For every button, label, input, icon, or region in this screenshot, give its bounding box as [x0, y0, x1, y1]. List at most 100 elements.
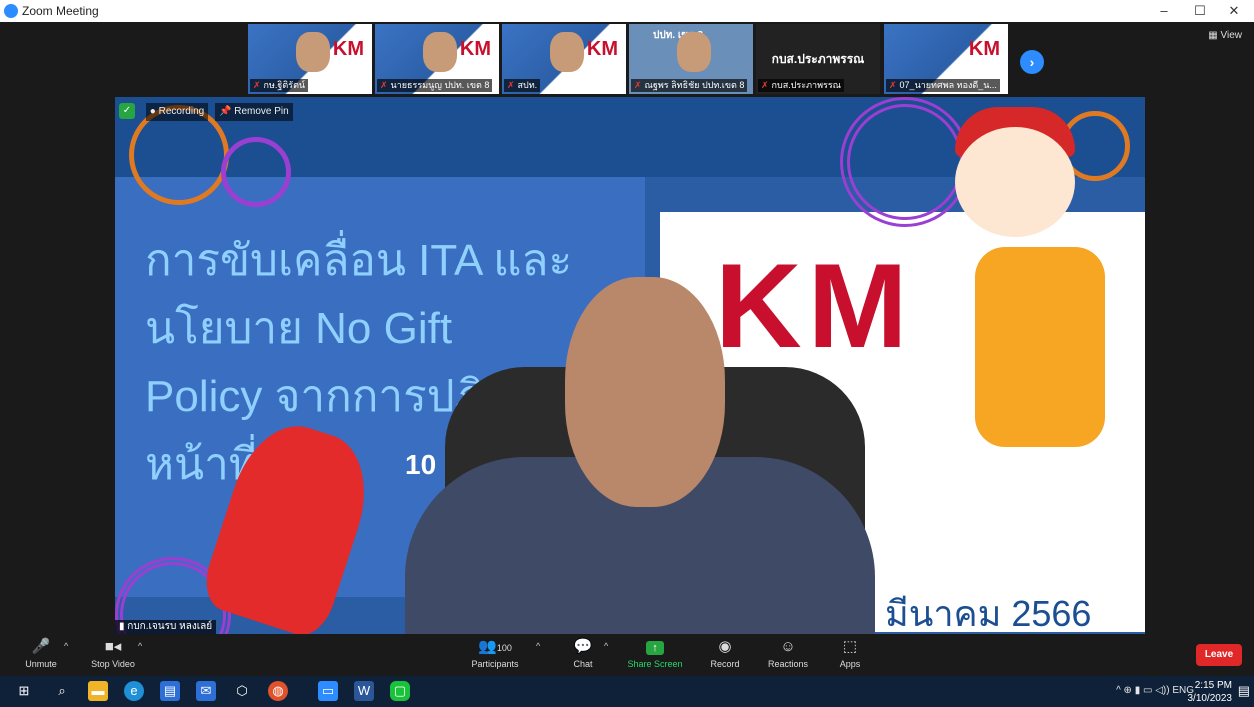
clock-time: 2:15 PM [1194, 680, 1232, 691]
participant-name-text: 07_นายทศพล ทองดี_น... [899, 80, 997, 90]
participant-thumbnail[interactable]: ปปท. เขต 8 ✗ ณฐพร ลิทธิชัย ปปท.เขต 8 [629, 24, 753, 94]
participant-thumbnail[interactable]: KM ✗ สปท. [502, 24, 626, 94]
word-icon[interactable]: W [354, 681, 374, 701]
participant-thumbnail[interactable]: กบส.ประภาพรรณ ✗ กบส.ประภาพรรณ [756, 24, 880, 94]
slide-number: 10 [405, 449, 437, 480]
participant-name: ✗ สปท. [504, 79, 541, 92]
decorative-ring [840, 97, 970, 227]
store-icon[interactable]: ▤ [160, 681, 180, 701]
muted-mic-icon: ✗ [634, 80, 642, 90]
search-icon[interactable]: ⌕ [52, 681, 72, 701]
view-label: View [1220, 30, 1243, 41]
km-logo: KM [459, 38, 491, 60]
participant-name-text: กษ.ฐิติรัตน์ [263, 80, 306, 90]
grid-icon: ▦ [1208, 30, 1221, 41]
km-logo: KM [968, 38, 1000, 60]
participants-icon: 👥100 [478, 638, 512, 655]
main-video[interactable]: การขับเคลื่อน ITA และ นโยบาย No Gift Pol… [115, 97, 1145, 634]
km-title: KM [715, 239, 914, 373]
km-logo: KM [586, 38, 618, 60]
meeting-toolbar: 🎤 Unmute ^ ■◂ Stop Video ^ 👥100 Particip… [0, 634, 1254, 676]
share-screen-label: Share Screen [627, 659, 683, 669]
windows-taskbar: ⊞ ⌕ ▬ e ▤ ✉ ⬡ ◍ ▭ W ▢ ^ ⊕ ▮ ▭ ◁)) ENG 2:… [0, 676, 1254, 707]
view-button[interactable]: ▦ View [1208, 30, 1242, 41]
participant-name: ✗ ณฐพร ลิทธิชัย ปปท.เขต 8 [631, 79, 748, 92]
record-label: Record [710, 659, 740, 669]
muted-mic-icon: ✗ [761, 80, 769, 90]
remove-pin-label: Remove Pin [234, 106, 289, 117]
recording-label: Recording [158, 106, 205, 117]
chat-label: Chat [573, 659, 593, 669]
record-icon: ◉ [718, 638, 732, 655]
zoom-taskbar-icon[interactable]: ▭ [318, 681, 338, 701]
system-tray[interactable]: ^ ⊕ ▮ ▭ ◁)) ENG [1116, 685, 1194, 696]
shield-icon[interactable]: ✓ [119, 103, 135, 120]
participant-name-text: กบส.ประภาพรรณ [771, 80, 842, 90]
participant-thumbnail[interactable]: KM ✗ กษ.ฐิติรัตน์ [248, 24, 372, 94]
gallery-strip: KM ✗ กษ.ฐิติรัตน์ KM ✗ นายธรรมนูญ ปปท. เขต… [0, 22, 1254, 96]
gallery-next-arrow-icon[interactable]: › [1020, 50, 1044, 74]
line-icon[interactable]: ▢ [390, 681, 410, 701]
participant-name: ✗ กบส.ประภาพรรณ [758, 79, 845, 92]
muted-mic-icon: ✗ [253, 80, 261, 90]
participant-name: ✗ กษ.ฐิติรัตน์ [250, 79, 309, 92]
taskbar-clock[interactable]: 2:15 PM 3/10/2023 [1188, 679, 1233, 705]
participant-video [550, 32, 584, 72]
cartoon-head [955, 127, 1075, 237]
stop-video-label: Stop Video [91, 659, 135, 669]
chrome-icon[interactable]: ◍ [268, 681, 288, 701]
zoom-logo-icon [4, 4, 18, 18]
participant-video [677, 32, 711, 72]
reactions-button[interactable]: ☺ Reactions [753, 637, 823, 669]
stop-video-button[interactable]: ■◂ Stop Video ^ [78, 637, 148, 669]
unmute-label: Unmute [25, 659, 57, 669]
edge-browser-icon[interactable]: e [124, 681, 144, 701]
participant-thumbnail[interactable]: KM ✗ นายธรรมนูญ ปปท. เขต 8 [375, 24, 499, 94]
chevron-up-icon[interactable]: ^ [64, 641, 68, 651]
apps-icon: ⬚ [842, 638, 858, 655]
participant-video [423, 32, 457, 72]
cube-app-icon[interactable]: ⬡ [232, 681, 252, 701]
share-screen-button[interactable]: ↑ Share Screen [620, 637, 690, 669]
leave-button[interactable]: Leave [1196, 644, 1242, 666]
clock-date: 3/10/2023 [1187, 693, 1233, 704]
apps-label: Apps [839, 659, 861, 669]
main-participant-name: ▮ กบก.เจนรบ หลงเลย์ [115, 620, 217, 634]
tray-icons: ^ ⊕ ▮ ▭ ◁)) [1116, 685, 1173, 696]
close-button[interactable]: ✕ [1214, 2, 1254, 20]
slide-title-line: นโยบาย No Gift [145, 304, 453, 353]
pin-bar: ✓ ● Recording 📌 Remove Pin [119, 103, 293, 121]
mail-icon[interactable]: ✉ [196, 681, 216, 701]
participant-video [296, 32, 330, 72]
title-bar: Zoom Meeting – ☐ ✕ [0, 0, 1254, 22]
chevron-up-icon[interactable]: ^ [604, 641, 608, 651]
participant-name-text: สปท. [517, 80, 538, 90]
chevron-up-icon[interactable]: ^ [536, 641, 540, 651]
participant-thumbnail[interactable]: KM ✗ 07_นายทศพล ทองดี_น... [884, 24, 1008, 94]
participants-button[interactable]: 👥100 Participants ^ [460, 637, 540, 669]
participant-name: ✗ นายธรรมนูญ ปปท. เขต 8 [377, 79, 493, 92]
muted-mic-icon: ✗ [889, 80, 897, 90]
chat-button[interactable]: 💬 Chat ^ [548, 637, 618, 669]
participant-name-text: นายธรรมนูญ ปปท. เขต 8 [390, 80, 490, 90]
notification-icon[interactable]: ▤ [1238, 683, 1250, 699]
chevron-up-icon[interactable]: ^ [138, 641, 142, 651]
minimize-button[interactable]: – [1144, 2, 1184, 20]
window-title: Zoom Meeting [22, 4, 99, 18]
cartoon-body [975, 247, 1105, 447]
recording-indicator[interactable]: ● Recording [145, 103, 209, 121]
remove-pin-button[interactable]: 📌 Remove Pin [214, 103, 293, 121]
slide-title-line: การขับเคลื่อน ITA และ [145, 236, 573, 285]
reactions-label: Reactions [767, 659, 809, 669]
record-button[interactable]: ◉ Record [690, 637, 760, 669]
unmute-button[interactable]: 🎤 Unmute ^ [6, 637, 76, 669]
speaker-head [565, 277, 725, 507]
record-dot-icon: ● [149, 106, 159, 117]
windows-start-icon[interactable]: ⊞ [14, 681, 34, 701]
participant-name: ✗ 07_นายทศพล ทองดี_น... [886, 79, 1000, 92]
muted-mic-icon: ✗ [380, 80, 388, 90]
main-participant-name-text: กบก.เจนรบ หลงเลย์ [127, 621, 213, 632]
smiley-icon: ☺ [780, 638, 796, 655]
apps-button[interactable]: ⬚ Apps [815, 637, 885, 669]
file-explorer-icon[interactable]: ▬ [88, 681, 108, 701]
